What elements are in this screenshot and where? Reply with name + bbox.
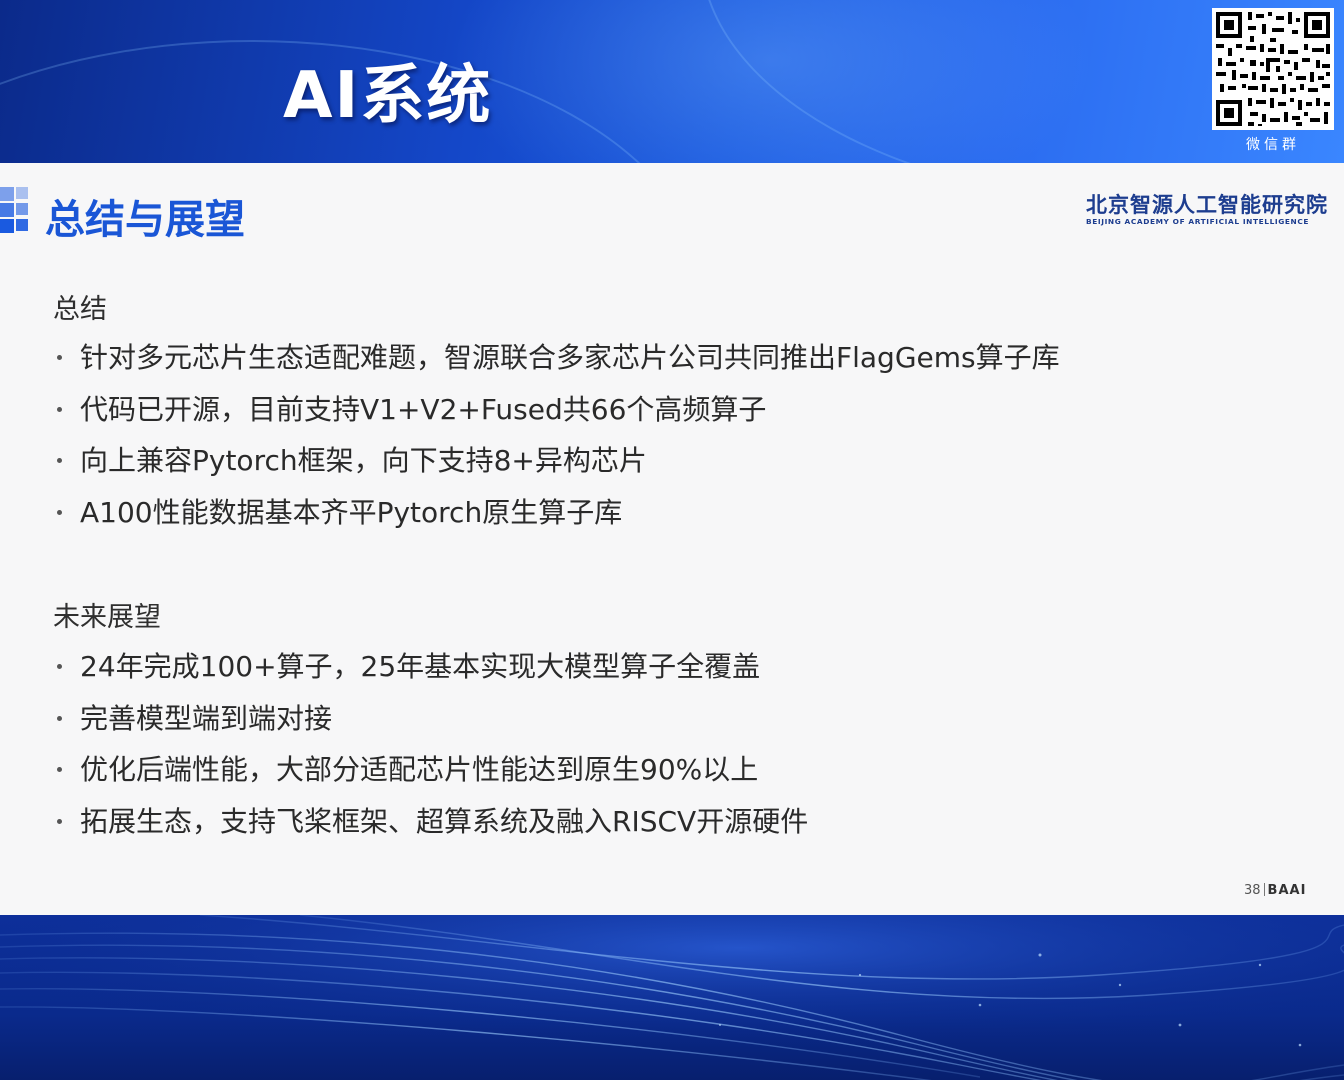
bullet-icon bbox=[57, 767, 62, 772]
outlook-heading: 未来展望 bbox=[53, 602, 161, 633]
title-accent bbox=[0, 187, 30, 235]
bullet-icon bbox=[57, 818, 62, 824]
section-title: 总结与展望 bbox=[45, 197, 245, 243]
list-item-text: 24年完成100+算子，25年基本实现大模型算子全覆盖 bbox=[80, 650, 761, 683]
bullet-icon bbox=[57, 715, 62, 721]
bullet-icon bbox=[57, 406, 62, 412]
slide-content: 总结与展望 北京智源人工智能研究院 BEIJING ACADEMY OF ART… bbox=[0, 163, 1344, 915]
footer-brand: BAAI bbox=[1267, 883, 1307, 898]
wave-lines-decoration bbox=[0, 915, 1344, 1080]
event-title: AI系统 bbox=[283, 59, 493, 133]
list-item-text: 完善模型端到端对接 bbox=[80, 701, 333, 735]
bullet-icon bbox=[57, 664, 62, 669]
summary-heading: 总结 bbox=[53, 294, 107, 325]
page-number: 38 bbox=[1244, 883, 1261, 898]
qr-code-icon bbox=[1212, 8, 1334, 130]
org-logo: 北京智源人工智能研究院 BEIJING ACADEMY OF ARTIFICIA… bbox=[1086, 193, 1328, 229]
footer-band bbox=[0, 915, 1344, 1080]
bullet-icon bbox=[57, 355, 62, 360]
org-name-en: BEIJING ACADEMY OF ARTIFICIAL INTELLIGEN… bbox=[1086, 217, 1309, 226]
page-footer: 38 BAAI bbox=[1244, 883, 1306, 898]
bullet-icon bbox=[57, 509, 62, 515]
list-item-text: 向上兼容Pytorch框架，向下支持8+异构芯片 bbox=[80, 444, 647, 477]
list-item-text: A100性能数据基本齐平Pytorch原生算子库 bbox=[80, 495, 623, 529]
list-item-text: 代码已开源，目前支持V1+V2+Fused共66个高频算子 bbox=[80, 392, 767, 426]
header-band: AI系统 bbox=[0, 0, 1344, 163]
qr-code bbox=[1212, 8, 1334, 130]
qr-caption: 微信群 bbox=[1246, 137, 1300, 153]
bullet-icon bbox=[57, 458, 62, 463]
org-name-cn: 北京智源人工智能研究院 bbox=[1086, 193, 1328, 217]
list-item-text: 优化后端性能，大部分适配芯片性能达到原生90%以上 bbox=[80, 753, 759, 786]
list-item-text: 针对多元芯片生态适配难题，智源联合多家芯片公司共同推出FlagGems算子库 bbox=[80, 341, 1060, 374]
footer-divider bbox=[1263, 883, 1265, 896]
list-item-text: 拓展生态，支持飞桨框架、超算系统及融入RISCV开源硬件 bbox=[80, 804, 809, 838]
